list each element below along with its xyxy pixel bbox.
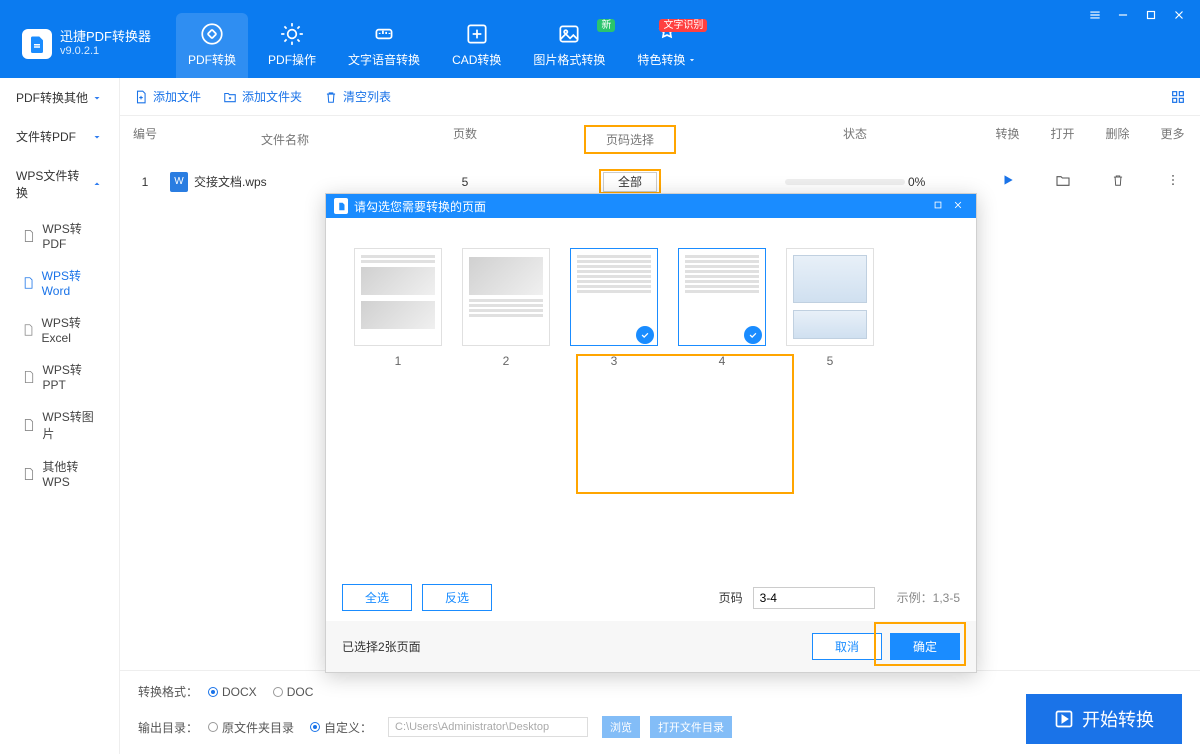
sidebar-item-wps-ppt[interactable]: WPS转PPT — [0, 353, 119, 400]
modal-close-button[interactable] — [948, 199, 968, 213]
modal-maximize-button[interactable] — [928, 199, 948, 213]
browse-button[interactable]: 浏览 — [602, 716, 640, 738]
outdir-original-radio[interactable]: 原文件夹目录 — [208, 719, 294, 736]
trash-icon — [1111, 173, 1125, 187]
modal-header: 请勾选您需要转换的页面 — [326, 194, 976, 218]
pages-all-button[interactable]: 全部 — [603, 172, 657, 192]
badge-ocr: 文字识别 — [659, 19, 707, 32]
badge-new: 新 — [597, 19, 615, 32]
page-thumb-4[interactable]: 4 — [678, 248, 766, 368]
delete-button[interactable] — [1090, 173, 1145, 190]
tab-pdf-operate[interactable]: PDF操作 — [256, 13, 328, 78]
confirm-button[interactable]: 确定 — [890, 633, 960, 660]
sidebar-group-file-pdf[interactable]: 文件转PDF — [0, 117, 119, 156]
menu-icon[interactable] — [1088, 8, 1102, 25]
file-icon — [22, 417, 35, 433]
close-button[interactable] — [1172, 8, 1186, 25]
sidebar: PDF转换其他 文件转PDF WPS文件转换 WPS转PDF WPS转Word … — [0, 78, 120, 754]
modal-title: 请勾选您需要转换的页面 — [354, 198, 486, 215]
more-icon — [1166, 173, 1180, 187]
file-icon — [22, 275, 35, 291]
tab-special[interactable]: 文字识别 特色转换 — [625, 13, 709, 78]
app-title: 迅捷PDF转换器 v9.0.2.1 — [60, 29, 151, 59]
page-select-modal: 请勾选您需要转换的页面 1 2 3 4 5 全选 反选 页码 示例：1,3-5 — [325, 193, 977, 673]
add-folder-button[interactable]: 添加文件夹 — [223, 88, 302, 105]
page-thumb-5[interactable]: 5 — [786, 248, 874, 368]
title-bar: 迅捷PDF转换器 v9.0.2.1 PDF转换 PDF操作 文字语音转换 CAD… — [0, 0, 1200, 78]
file-name-cell: W交接文档.wps — [170, 172, 400, 192]
sidebar-item-wps-image[interactable]: WPS转图片 — [0, 400, 119, 450]
play-icon — [1001, 173, 1015, 187]
check-icon — [744, 326, 762, 344]
modal-footer-controls: 全选 反选 页码 示例：1,3-5 — [326, 574, 976, 621]
file-icon — [22, 466, 35, 482]
convert-button[interactable] — [980, 173, 1035, 190]
clear-list-button[interactable]: 清空列表 — [324, 88, 391, 105]
pagesel-cell-highlight: 全部 — [599, 169, 661, 194]
app-logo-block: 迅捷PDF转换器 v9.0.2.1 — [0, 0, 166, 78]
chevron-up-icon — [91, 178, 103, 190]
add-folder-icon — [223, 90, 237, 104]
top-tabs: PDF转换 PDF操作 文字语音转换 CAD转换 新 图片格式转换 文字识别 特… — [172, 0, 713, 78]
format-doc-radio[interactable]: DOC — [273, 685, 314, 699]
page-range-example: 示例：1,3-5 — [897, 589, 960, 606]
selected-count: 已选择2张页面 — [342, 638, 421, 655]
sidebar-item-other-wps[interactable]: 其他转WPS — [0, 450, 119, 497]
window-controls — [1088, 0, 1200, 25]
app-logo-icon — [22, 29, 52, 59]
play-circle-icon — [1054, 709, 1074, 729]
select-all-button[interactable]: 全选 — [342, 584, 412, 611]
chevron-down-icon — [91, 92, 103, 104]
page-thumb-3[interactable]: 3 — [570, 248, 658, 368]
cancel-button[interactable]: 取消 — [812, 633, 882, 660]
status-cell: 0% — [730, 175, 980, 189]
outdir-custom-radio[interactable]: 自定义： — [310, 719, 372, 736]
page-thumb-1[interactable]: 1 — [354, 248, 442, 368]
sidebar-group-pdf-other[interactable]: PDF转换其他 — [0, 78, 119, 117]
path-input[interactable]: C:\Users\Administrator\Desktop — [388, 717, 588, 737]
progress-bar — [785, 179, 905, 185]
pagesel-header-highlight: 页码选择 — [584, 125, 676, 154]
add-file-button[interactable]: 添加文件 — [134, 88, 201, 105]
add-file-icon — [134, 90, 148, 104]
modal-footer-actions: 已选择2张页面 取消 确定 — [326, 621, 976, 672]
start-convert-button[interactable]: 开始转换 — [1026, 694, 1182, 744]
modal-pages-area: 1 2 3 4 5 — [326, 218, 976, 574]
page-thumb-2[interactable]: 2 — [462, 248, 550, 368]
maximize-button[interactable] — [1144, 8, 1158, 25]
file-icon — [22, 369, 36, 385]
check-icon — [636, 326, 654, 344]
wps-file-icon: W — [170, 172, 188, 192]
toolbar: 添加文件 添加文件夹 清空列表 — [120, 78, 1200, 116]
sidebar-group-wps[interactable]: WPS文件转换 — [0, 156, 119, 212]
page-range-input[interactable] — [753, 587, 875, 609]
grid-icon — [1170, 89, 1186, 105]
grid-view-button[interactable] — [1170, 89, 1186, 105]
tab-cad[interactable]: CAD转换 — [440, 13, 513, 78]
folder-icon — [1055, 172, 1071, 188]
file-icon — [22, 228, 35, 244]
minimize-button[interactable] — [1116, 8, 1130, 25]
page-range-label: 页码 — [719, 589, 743, 606]
sidebar-item-wps-excel[interactable]: WPS转Excel — [0, 306, 119, 353]
tab-text-voice[interactable]: 文字语音转换 — [336, 13, 432, 78]
outdir-label: 输出目录： — [138, 719, 198, 736]
tab-image-format[interactable]: 新 图片格式转换 — [521, 13, 617, 78]
file-icon — [22, 322, 35, 338]
chevron-down-icon — [91, 131, 103, 143]
sidebar-item-wps-word[interactable]: WPS转Word — [0, 259, 119, 306]
format-label: 转换格式： — [138, 683, 198, 700]
open-button[interactable] — [1035, 172, 1090, 191]
main-panel: 添加文件 添加文件夹 清空列表 编号 文件名称 页数 页码选择 状态 转换 打开… — [120, 78, 1200, 754]
tab-pdf-convert[interactable]: PDF转换 — [176, 13, 248, 78]
file-table-header: 编号 文件名称 页数 页码选择 状态 转换 打开 删除 更多 — [120, 116, 1200, 163]
open-folder-button[interactable]: 打开文件目录 — [650, 716, 732, 738]
invert-select-button[interactable]: 反选 — [422, 584, 492, 611]
sidebar-item-wps-pdf[interactable]: WPS转PDF — [0, 212, 119, 259]
format-docx-radio[interactable]: DOCX — [208, 685, 257, 699]
more-button[interactable] — [1145, 173, 1200, 190]
trash-icon — [324, 90, 338, 104]
modal-logo-icon — [334, 198, 348, 214]
